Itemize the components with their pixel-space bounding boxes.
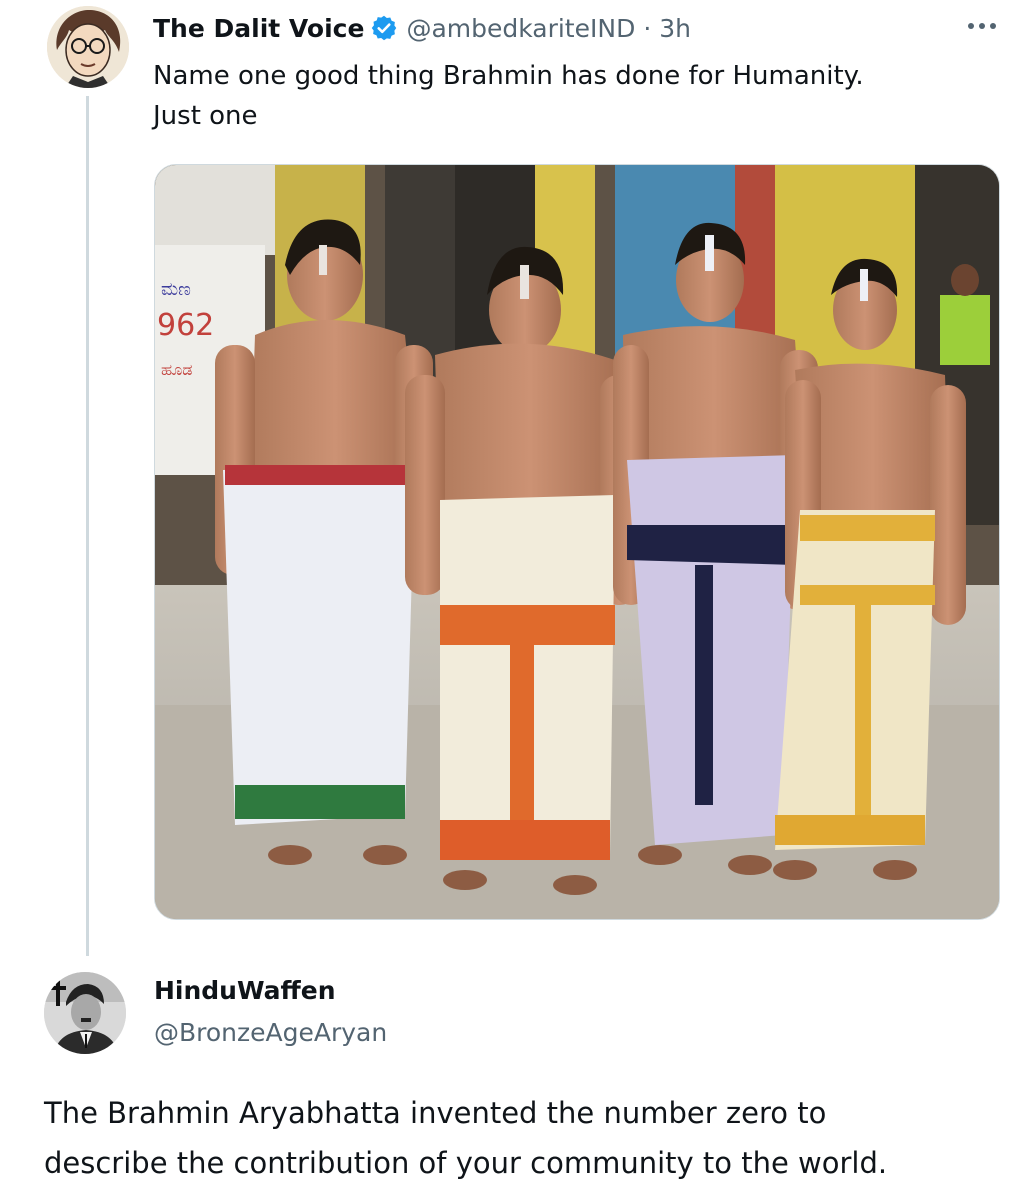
tweet-text-line: Name one good thing Brahmin has done for… xyxy=(153,61,864,91)
reply-author-handle[interactable]: @BronzeAgeAryan xyxy=(154,1018,387,1047)
tweet-photo[interactable]: 962 ಮಣ ಹೂಡ xyxy=(154,164,1000,920)
author-display-name[interactable]: The Dalit Voice xyxy=(153,14,364,43)
author-handle[interactable]: @ambedkariteIND xyxy=(406,14,635,43)
verified-badge-icon xyxy=(370,14,398,42)
ellipsis-icon xyxy=(968,23,996,29)
author-avatar[interactable] xyxy=(47,6,129,88)
reply-text-line: describe the contribution of your commun… xyxy=(44,1146,888,1180)
photo-four-men-icon: 962 ಮಣ ಹೂಡ xyxy=(155,165,999,919)
reply-text-line: The Brahmin Aryabhatta invented the numb… xyxy=(44,1096,827,1130)
meta-separator: · xyxy=(643,13,652,43)
avatar-portrait-icon xyxy=(44,972,126,1054)
reply-author-avatar[interactable] xyxy=(44,972,126,1054)
banner-number: 962 xyxy=(157,308,214,343)
tweet-header: The Dalit Voice @ambedkariteIND · 3h xyxy=(153,8,691,48)
reply-author-name[interactable]: HinduWaffen xyxy=(154,976,336,1005)
tweet-text: Name one good thing Brahmin has done for… xyxy=(153,56,973,136)
tweet-text-line: Just one xyxy=(153,101,258,131)
banner-script-text: ಹೂಡ xyxy=(161,360,193,379)
thread-connector-line xyxy=(86,96,89,956)
reply-text: The Brahmin Aryabhatta invented the numb… xyxy=(44,1088,1014,1188)
original-tweet: The Dalit Voice @ambedkariteIND · 3h Nam… xyxy=(0,0,1034,956)
banner-script-text: ಮಣ xyxy=(161,279,191,300)
tweet-timestamp[interactable]: 3h xyxy=(659,14,691,43)
reply-tweet: HinduWaffen @BronzeAgeAryan The Brahmin … xyxy=(0,950,1034,1200)
more-options-button[interactable] xyxy=(964,8,1000,44)
avatar-portrait-icon xyxy=(47,6,129,88)
